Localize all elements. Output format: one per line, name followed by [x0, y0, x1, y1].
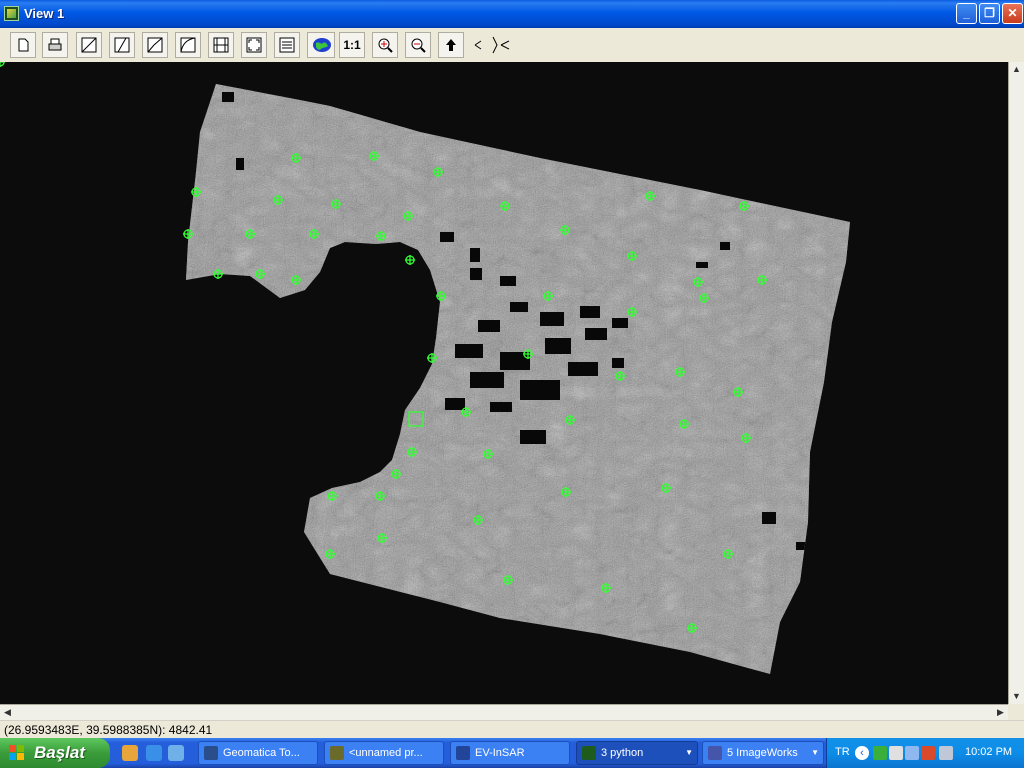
- tray-volume-icon[interactable]: [889, 746, 903, 760]
- system-tray: TR ‹ 10:02 PM: [826, 738, 1024, 768]
- enhance-adaptive-icon[interactable]: [142, 32, 168, 58]
- zoom-out-icon[interactable]: [405, 32, 431, 58]
- layers-list-icon[interactable]: [274, 32, 300, 58]
- enhance-root-icon[interactable]: [109, 32, 135, 58]
- task-label: 3 python: [601, 747, 644, 759]
- pan-arrows-icon[interactable]: [468, 32, 516, 58]
- enhance-log-icon[interactable]: [175, 32, 201, 58]
- vertical-scrollbar[interactable]: ▲ ▼: [1008, 62, 1024, 704]
- app-icon: [4, 6, 19, 21]
- scroll-left-icon[interactable]: ◀: [2, 707, 13, 718]
- enhance-equalize-icon[interactable]: [208, 32, 234, 58]
- chevron-down-icon: ▼: [685, 748, 693, 757]
- new-icon[interactable]: [10, 32, 36, 58]
- task-unnamed-project[interactable]: <unnamed pr...: [324, 741, 444, 765]
- tray-network-icon[interactable]: [873, 746, 887, 760]
- scroll-up-icon[interactable]: ▲: [1011, 64, 1022, 75]
- restore-button[interactable]: ❐: [979, 3, 1000, 24]
- project-icon: [330, 746, 344, 760]
- start-button[interactable]: Başlat: [0, 738, 110, 768]
- imageworks-icon: [708, 746, 722, 760]
- zoom-in-icon[interactable]: [372, 32, 398, 58]
- quicklaunch-explorer-icon[interactable]: [168, 745, 184, 761]
- print-icon[interactable]: [42, 32, 68, 58]
- minimize-button[interactable]: _: [956, 3, 977, 24]
- task-label: 5 ImageWorks: [727, 747, 798, 759]
- windows-flag-icon: [9, 745, 24, 760]
- ev-insar-icon: [456, 746, 470, 760]
- tray-security-icon[interactable]: [921, 746, 935, 760]
- tray-monitor-icon[interactable]: [905, 746, 919, 760]
- overview-globe-icon[interactable]: [307, 32, 335, 58]
- tray-display-icon[interactable]: [939, 746, 953, 760]
- task-imageworks-group[interactable]: 5 ImageWorks ▼: [702, 741, 824, 765]
- task-geomatica[interactable]: Geomatica To...: [198, 741, 318, 765]
- enhance-linear-icon[interactable]: [76, 32, 102, 58]
- pan-up-icon[interactable]: [438, 32, 464, 58]
- start-label: Başlat: [34, 743, 86, 762]
- coordinate-readout: (26.9593483E, 39.5988385N): 4842.41: [0, 720, 1024, 738]
- fit-view-icon[interactable]: [241, 32, 267, 58]
- scroll-corner: [1008, 704, 1024, 720]
- task-label: EV-InSAR: [475, 747, 525, 759]
- task-label: <unnamed pr...: [349, 747, 423, 759]
- python-icon: [582, 746, 596, 760]
- geomatica-icon: [204, 746, 218, 760]
- window-title: View 1: [24, 6, 65, 21]
- toolbar: 1:1: [0, 28, 1024, 63]
- tray-expand-icon[interactable]: ‹: [855, 746, 869, 760]
- clock[interactable]: 10:02 PM: [965, 746, 1012, 758]
- scroll-right-icon[interactable]: ▶: [995, 707, 1006, 718]
- task-python-group[interactable]: 3 python ▼: [576, 741, 698, 765]
- language-indicator[interactable]: TR: [835, 746, 850, 758]
- quicklaunch-ie-icon[interactable]: [146, 745, 162, 761]
- taskbar: Başlat Geomatica To... <unnamed pr... EV…: [0, 738, 1024, 768]
- quicklaunch-lightning-icon[interactable]: [122, 745, 138, 761]
- scroll-down-icon[interactable]: ▼: [1011, 691, 1022, 702]
- title-bar[interactable]: View 1 _ ❐ ✕: [0, 0, 1024, 28]
- task-label: Geomatica To...: [223, 747, 300, 759]
- image-viewer[interactable]: [0, 62, 1008, 704]
- sar-image: [0, 62, 850, 674]
- close-button[interactable]: ✕: [1002, 3, 1023, 24]
- task-ev-insar[interactable]: EV-InSAR: [450, 741, 570, 765]
- chevron-down-icon: ▼: [811, 748, 819, 757]
- zoom-1to1-button[interactable]: 1:1: [339, 32, 365, 58]
- horizontal-scrollbar[interactable]: ◀ ▶: [0, 704, 1008, 720]
